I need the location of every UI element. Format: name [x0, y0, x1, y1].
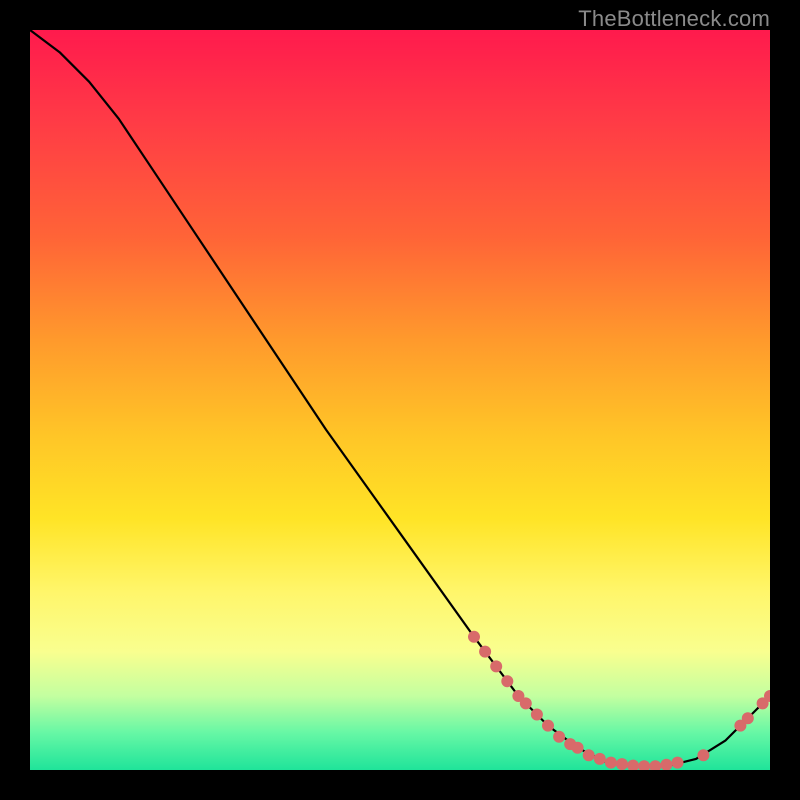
bottleneck-curve — [30, 30, 770, 766]
data-point — [660, 759, 672, 770]
data-point — [605, 757, 617, 769]
data-point — [479, 646, 491, 658]
plot-area — [30, 30, 770, 770]
data-point — [531, 709, 543, 721]
data-point — [616, 758, 628, 770]
data-point — [649, 760, 661, 770]
data-point — [583, 749, 595, 761]
data-point — [520, 697, 532, 709]
data-point — [501, 675, 513, 687]
data-point — [697, 749, 709, 761]
watermark-text: TheBottleneck.com — [578, 6, 770, 32]
data-point — [627, 760, 639, 770]
chart-frame: TheBottleneck.com — [0, 0, 800, 800]
chart-svg — [30, 30, 770, 770]
data-point — [594, 753, 606, 765]
data-point — [542, 720, 554, 732]
data-point — [572, 742, 584, 754]
data-point — [672, 757, 684, 769]
data-point — [638, 760, 650, 770]
data-point — [742, 712, 754, 724]
data-point — [553, 731, 565, 743]
data-point — [468, 631, 480, 643]
data-point — [490, 660, 502, 672]
marker-layer — [468, 631, 770, 770]
